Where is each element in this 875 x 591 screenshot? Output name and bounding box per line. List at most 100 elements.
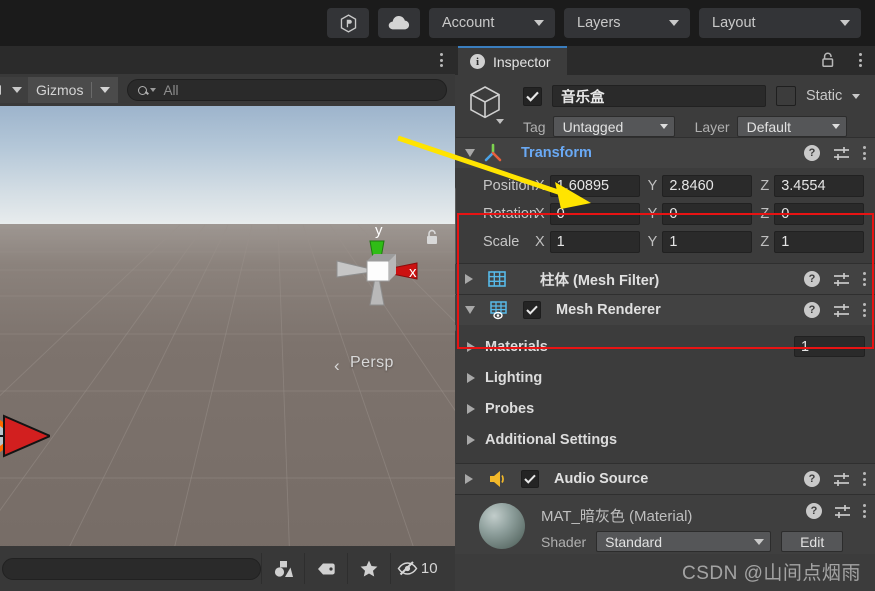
bottom-search-input[interactable] xyxy=(2,557,262,580)
help-icon[interactable]: ? xyxy=(804,302,820,318)
mesh-filter-header[interactable]: 柱体 (Mesh Filter) ? xyxy=(455,264,875,294)
additional-settings-label: Additional Settings xyxy=(485,431,618,448)
static-chevron-down-icon[interactable] xyxy=(852,93,861,99)
gameobject-enabled-checkbox[interactable] xyxy=(523,86,542,106)
tag-value: Untagged xyxy=(562,118,624,135)
cloud-icon xyxy=(388,15,410,30)
scale-y-input[interactable]: 1 xyxy=(662,231,753,253)
checkmark-icon xyxy=(526,91,539,102)
gameobject-cube-icon[interactable] xyxy=(467,85,507,127)
divider xyxy=(91,82,93,98)
audio-source-header[interactable]: Audio Source ? xyxy=(455,464,875,494)
position-x-input[interactable]: 1.60895 xyxy=(549,175,640,197)
rotation-x-input[interactable]: 0 xyxy=(549,203,640,225)
unity-services-icon-button[interactable] xyxy=(327,8,369,38)
material-title: MAT_暗灰色 (Material) xyxy=(541,508,693,525)
shader-edit-button[interactable]: Edit xyxy=(781,531,844,552)
material-preview-sphere xyxy=(479,503,525,549)
position-y-input[interactable]: 2.8460 xyxy=(662,175,753,197)
mesh-filter-kebab-icon[interactable] xyxy=(863,272,866,286)
preset-settings-icon[interactable] xyxy=(834,504,851,519)
scene-toolbar: Gizmos All xyxy=(0,74,455,106)
mesh-renderer-enabled-checkbox[interactable] xyxy=(523,301,541,319)
section-probes[interactable]: Probes xyxy=(455,393,875,424)
section-additional-settings[interactable]: Additional Settings xyxy=(455,424,875,455)
transform-row-position: Position X 1.60895 Y 2.8460 Z 3.4554 xyxy=(455,172,875,200)
materials-count-input[interactable]: 1 xyxy=(794,336,865,357)
material-header-tools: ? xyxy=(806,503,866,519)
preset-settings-icon[interactable] xyxy=(833,303,850,318)
preset-settings-icon[interactable] xyxy=(833,146,850,161)
lighting-foldout-icon[interactable] xyxy=(467,372,475,383)
materials-foldout-icon[interactable] xyxy=(467,341,475,352)
audio-source-enabled-checkbox[interactable] xyxy=(521,470,539,488)
preset-settings-icon[interactable] xyxy=(833,272,850,287)
rotation-x-value: 0 xyxy=(556,206,565,222)
perspective-label: Persp xyxy=(350,354,394,371)
scale-label: Scale xyxy=(483,234,520,250)
help-icon[interactable]: ? xyxy=(804,271,820,287)
static-checkbox[interactable] xyxy=(776,86,796,106)
tab-inspector[interactable]: i Inspector xyxy=(458,46,567,75)
audio-toggle-button[interactable] xyxy=(0,77,28,103)
audio-source-foldout-icon[interactable] xyxy=(465,474,473,484)
rotation-z-input[interactable]: 0 xyxy=(774,203,865,225)
hidden-count-label: 10 xyxy=(420,560,438,577)
material-kebab-icon[interactable] xyxy=(863,504,866,518)
inspector-lock-icon[interactable] xyxy=(821,52,835,68)
scale-z-input[interactable]: 1 xyxy=(774,231,865,253)
tag-icon xyxy=(317,563,335,574)
scene-lock-icon[interactable] xyxy=(425,229,439,246)
scene-orientation-gizmo[interactable]: y x xyxy=(333,221,425,313)
scale-x-input[interactable]: 1 xyxy=(549,231,640,253)
cloud-button[interactable] xyxy=(378,8,420,38)
help-icon[interactable]: ? xyxy=(804,471,820,487)
tag-dropdown[interactable]: Untagged xyxy=(552,116,675,137)
audio-source-kebab-icon[interactable] xyxy=(863,472,866,486)
inspector-menu-kebab-icon[interactable] xyxy=(859,53,862,67)
scene-viewport[interactable]: y x ‹ Persp xyxy=(0,106,455,566)
account-dropdown[interactable]: Account xyxy=(429,8,555,38)
favorites-button[interactable] xyxy=(346,553,390,584)
layer-dropdown[interactable]: Default xyxy=(736,116,847,137)
transform-header[interactable]: Transform ? xyxy=(455,138,875,168)
transform-foldout-icon[interactable] xyxy=(465,149,475,157)
mesh-renderer-header[interactable]: Mesh Renderer ? xyxy=(455,295,875,325)
gizmos-dropdown[interactable]: Gizmos xyxy=(28,77,119,103)
transform-header-tools: ? xyxy=(804,138,866,168)
help-icon[interactable]: ? xyxy=(804,145,820,161)
scene-menu-kebab-icon[interactable] xyxy=(440,53,443,67)
mesh-renderer-kebab-icon[interactable] xyxy=(863,303,866,317)
section-lighting[interactable]: Lighting xyxy=(455,362,875,393)
section-materials[interactable]: Materials 1 xyxy=(455,331,875,362)
layout-dropdown[interactable]: Layout xyxy=(699,8,861,38)
help-icon[interactable]: ? xyxy=(806,503,822,519)
perspective-toggle-arrow[interactable]: ‹ xyxy=(334,356,340,376)
position-z-input[interactable]: 3.4554 xyxy=(774,175,865,197)
mesh-filter-foldout-icon[interactable] xyxy=(465,274,473,284)
preset-settings-icon[interactable] xyxy=(833,472,850,487)
shapes-filter-button[interactable] xyxy=(261,553,304,584)
transform-kebab-icon[interactable] xyxy=(863,146,866,160)
axis-z-label: Z xyxy=(760,178,770,194)
rotation-y-input[interactable]: 0 xyxy=(662,203,753,225)
selected-object-gizmo[interactable] xyxy=(0,388,50,484)
scene-search-field[interactable]: All xyxy=(127,79,447,101)
additional-settings-foldout-icon[interactable] xyxy=(467,434,475,445)
star-icon xyxy=(360,560,378,577)
rotation-label: Rotation xyxy=(483,206,538,222)
hidden-objects-indicator[interactable]: 10 xyxy=(389,553,455,584)
layout-label: Layout xyxy=(712,15,756,31)
probes-foldout-icon[interactable] xyxy=(467,403,475,414)
account-label: Account xyxy=(442,15,495,31)
axis-z-label: Z xyxy=(760,206,770,222)
gameobject-name-input[interactable]: 音乐盒 xyxy=(552,85,766,107)
layers-dropdown[interactable]: Layers xyxy=(564,8,690,38)
mesh-renderer-foldout-icon[interactable] xyxy=(465,306,475,314)
shader-dropdown[interactable]: Standard xyxy=(596,531,772,552)
tag-filter-button[interactable] xyxy=(304,553,347,584)
scale-z-value: 1 xyxy=(781,234,790,250)
shader-value: Standard xyxy=(605,533,662,550)
layer-label: Layer xyxy=(694,118,730,135)
mesh-filter-icon xyxy=(488,271,506,287)
